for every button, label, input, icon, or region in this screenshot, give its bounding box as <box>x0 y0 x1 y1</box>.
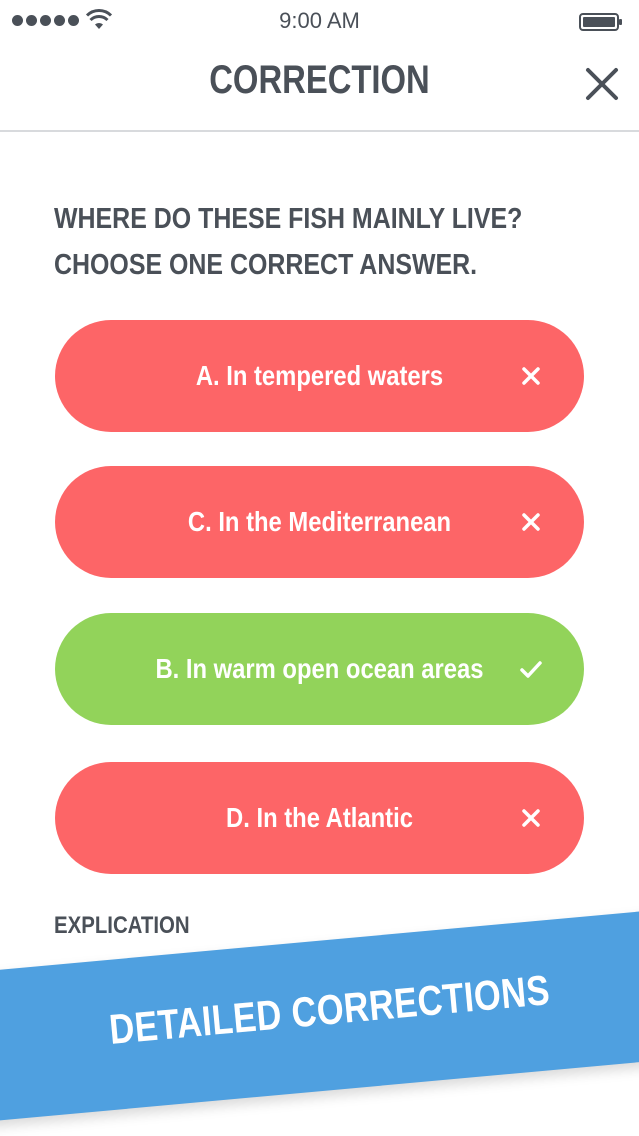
status-bar: 9:00 AM <box>0 0 639 42</box>
answer-option-c[interactable]: C. In the Mediterranean <box>55 466 584 578</box>
page-title: CORRECTION <box>209 58 430 102</box>
cross-icon <box>522 513 540 531</box>
check-icon <box>520 661 542 678</box>
answer-label: A. In tempered waters <box>195 360 444 391</box>
answer-option-a[interactable]: A. In tempered waters <box>55 320 584 432</box>
answer-option-d[interactable]: D. In the Atlantic <box>55 762 584 874</box>
answer-label: C. In the Mediterranean <box>187 506 452 537</box>
answer-label: B. In warm open ocean areas <box>155 653 484 684</box>
cross-icon <box>522 367 540 385</box>
answer-option-b[interactable]: B. In warm open ocean areas <box>55 613 584 725</box>
answer-label: D. In the Atlantic <box>226 802 413 833</box>
question-line-2: CHOOSE ONE CORRECT ANSWER. <box>54 249 478 281</box>
header-bar: CORRECTION <box>0 42 639 132</box>
battery-icon <box>579 13 622 31</box>
status-time: 9:00 AM <box>279 8 360 33</box>
cross-icon <box>522 809 540 827</box>
banner-text: DETAILED CORRECTIONS <box>107 966 552 1053</box>
close-icon[interactable] <box>582 64 622 104</box>
question-line-1: WHERE DO THESE FISH MAINLY LIVE? <box>54 203 523 235</box>
question-text: WHERE DO THESE FISH MAINLY LIVE? CHOOSE … <box>54 196 536 288</box>
explication-label: EXPLICATION <box>54 912 190 939</box>
